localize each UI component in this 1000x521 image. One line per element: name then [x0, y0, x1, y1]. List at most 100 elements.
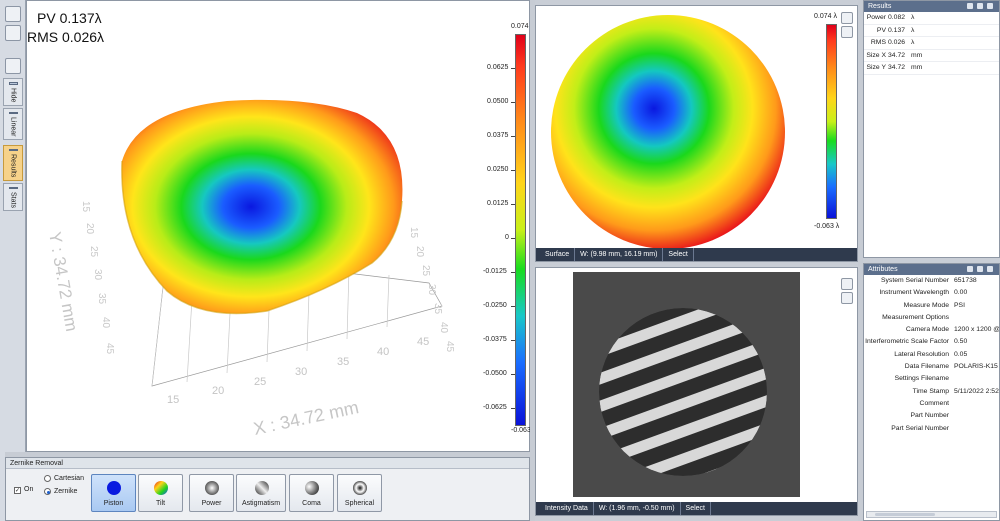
tab-stats[interactable]: Stats — [3, 183, 23, 211]
spherical-button[interactable]: Spherical — [337, 474, 382, 512]
cartesian-radio[interactable] — [44, 475, 51, 482]
tab-linear-label: Linear — [9, 117, 17, 137]
colorbar-tick-label: -0.0125 — [483, 268, 507, 275]
attribute-row: Part Number — [864, 410, 999, 422]
z-tick: 20 — [414, 246, 425, 258]
colorbar-tick — [511, 408, 515, 409]
attribute-row: Time Stamp 5/11/2022 2:52: — [864, 386, 999, 398]
attribute-value: 0.05 — [954, 350, 968, 358]
x-tick: 25 — [254, 376, 266, 388]
attribute-row: Settings Filename — [864, 373, 999, 385]
colorbar-tick — [511, 170, 515, 171]
grid-view-icon[interactable] — [841, 12, 853, 24]
tab-hide[interactable]: Hide — [3, 78, 23, 106]
x-axis-label: X : 34.72 mm — [252, 397, 361, 439]
attribute-value: 651738 — [954, 277, 977, 284]
piston-icon — [107, 481, 121, 495]
results-key: Size Y — [866, 64, 886, 72]
scroll-thumb[interactable] — [875, 513, 935, 516]
results-row: Size X 34.72 mm — [864, 50, 999, 63]
palette-icon[interactable] — [5, 25, 21, 41]
colorbar-tick-label: -0.0625 — [483, 404, 507, 411]
close-icon[interactable] — [987, 266, 993, 272]
colorbar-tick — [511, 102, 515, 103]
stats-icon — [8, 187, 18, 189]
results-title-text: Results — [868, 3, 892, 10]
colorbar-tick — [511, 204, 515, 205]
results-unit: λ — [911, 26, 915, 34]
spherical-icon — [353, 481, 367, 495]
colorbar-tick-label: 0 — [505, 234, 509, 241]
coma-button[interactable]: Coma — [289, 474, 334, 512]
x-tick: 35 — [337, 356, 349, 368]
colorbar-tick-label: 0.0375 — [487, 132, 509, 139]
palette-icon[interactable] — [841, 26, 853, 38]
view-toggle-icon[interactable] — [5, 6, 21, 22]
surface-3d-view[interactable]: PV 0.137λ RMS 0.026λ 15 20 25 30 35 40 4… — [26, 0, 536, 452]
minimize-icon[interactable] — [967, 3, 973, 9]
tab-linear[interactable]: Linear — [3, 108, 23, 140]
on-checkbox[interactable]: ✓ — [14, 487, 21, 494]
y-tick: 25 — [88, 246, 99, 258]
z-tick: 45 — [444, 341, 455, 353]
x-tick: 30 — [295, 366, 307, 378]
zernike-radio[interactable] — [44, 488, 51, 495]
check-icon[interactable] — [841, 278, 853, 290]
astigmatism-icon — [255, 481, 269, 495]
grid-icon[interactable] — [5, 58, 21, 74]
results-value: 0.026 — [888, 39, 906, 47]
pin-icon[interactable] — [977, 266, 983, 272]
colorbar-tick — [511, 374, 515, 375]
piston-button[interactable]: Piston — [91, 474, 136, 512]
results-unit: λ — [911, 39, 915, 47]
minimize-icon[interactable] — [967, 266, 973, 272]
results-list: Power 0.082 λ PV 0.137 λ RMS 0.026 λ Size X 34.72 m… — [864, 12, 999, 75]
surface-status-mode[interactable]: Select — [663, 248, 694, 261]
on-label: On — [24, 486, 34, 493]
surface-colorbar-max: 0.074 λ — [814, 13, 837, 20]
y-tick: 15 — [80, 201, 91, 213]
attribute-key: Settings Filename — [894, 375, 949, 383]
attributes-hscroll[interactable] — [866, 511, 997, 518]
results-row: RMS 0.026 λ — [864, 37, 999, 50]
tab-stats-label: Stats — [9, 192, 17, 208]
surface-2d-view[interactable]: 0.074 λ -0.063 λ Surface W: (9.98 mm, 16… — [535, 5, 858, 262]
power-label: Power — [201, 500, 222, 507]
colorbar-tick — [511, 136, 515, 137]
intensity-image — [573, 272, 800, 497]
colorbar-tick — [511, 306, 515, 307]
colorbar-tick-label: 0.0625 — [487, 64, 509, 71]
intensity-view[interactable]: Intensity Data W: (1.96 mm, -0.50 mm) Se… — [535, 267, 858, 516]
attributes-list: System Serial Number 651738 Instrument Wav… — [864, 275, 999, 435]
pin-icon[interactable] — [977, 3, 983, 9]
surface-statusbar: Surface W: (9.98 mm, 16.19 mm) Select — [536, 248, 857, 261]
results-value: 0.082 — [888, 14, 906, 21]
intensity-status-name: Intensity Data — [540, 502, 594, 515]
attribute-row: Camera Mode 1200 x 1200 @ — [864, 324, 999, 336]
attribute-key: Comment — [919, 399, 949, 407]
results-value: 34.72 — [888, 51, 906, 59]
attribute-key: Measurement Options — [882, 313, 949, 321]
surface-colorbar-min: -0.063 λ — [814, 223, 840, 230]
y-tick: 20 — [84, 223, 95, 235]
attribute-row: Part Serial Number — [864, 423, 999, 435]
results-key: PV — [876, 26, 886, 34]
tilt-button[interactable]: Tilt — [138, 474, 183, 512]
results-row: Size Y 34.72 mm — [864, 62, 999, 75]
tilt-label: Tilt — [155, 500, 166, 507]
grid-view-icon[interactable] — [841, 292, 853, 304]
close-icon[interactable] — [987, 3, 993, 9]
results-icon — [8, 149, 18, 151]
z-tick: 15 — [408, 227, 419, 239]
results-row: Power 0.082 λ — [864, 12, 999, 25]
coma-label: Coma — [302, 500, 321, 507]
power-button[interactable]: Power — [189, 474, 234, 512]
x-tick: 20 — [212, 385, 224, 397]
astigmatism-button[interactable]: Astigmatism — [236, 474, 286, 512]
colorbar-tick-label: 0.0125 — [487, 200, 509, 207]
left-toolbar: Hide Linear Results Stats — [0, 0, 26, 521]
tab-results[interactable]: Results — [3, 145, 23, 181]
attribute-value: 5/11/2022 2:52: — [954, 387, 999, 395]
zernike-removal-panel: Zernike Removal ✓ On Cartesian Zernike P… — [5, 457, 530, 521]
intensity-status-mode[interactable]: Select — [681, 502, 711, 515]
